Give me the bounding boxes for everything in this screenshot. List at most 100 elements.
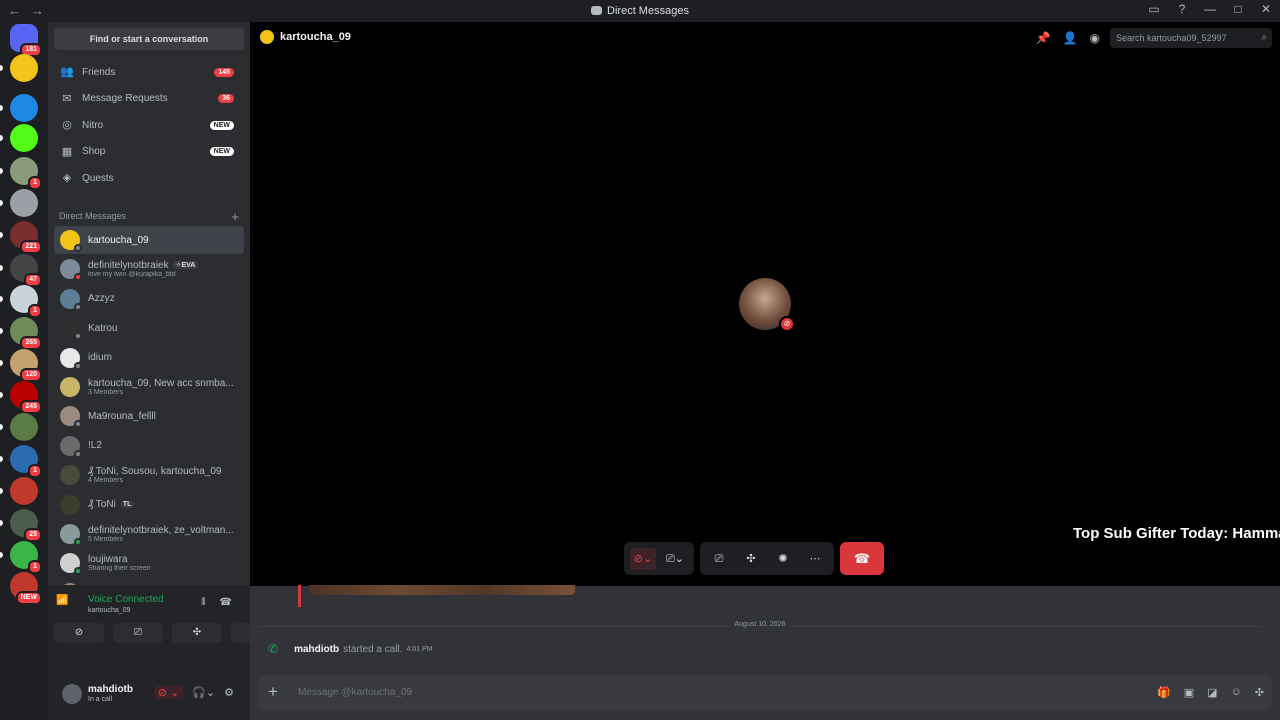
avatar [60, 465, 80, 486]
pin-icon[interactable]: 📌 [1036, 31, 1051, 45]
nav-label: Friends [82, 66, 116, 78]
call-system-message: ✆ mahdiotb started a call. 4:01 PM [268, 642, 433, 656]
username[interactable]: mahdiotb [88, 684, 133, 695]
dm-item[interactable]: kartoucha_09 [54, 226, 244, 254]
dm-item[interactable]: ₰ ToNi TL [54, 491, 244, 519]
caller-avatar[interactable]: ⊘ [739, 278, 795, 332]
server-icon[interactable]: 25 [10, 509, 42, 542]
close-icon[interactable]: ✕ [1258, 2, 1274, 16]
server-icon[interactable]: 120 [10, 349, 42, 382]
minimize-icon[interactable]: — [1202, 2, 1218, 16]
server-icon[interactable] [10, 124, 38, 152]
headphones-icon[interactable]: 🎧⌄ [192, 686, 215, 699]
dm-item[interactable]: loujiwara Sharing their screen [54, 549, 244, 577]
server-icon[interactable] [10, 477, 38, 505]
dm-item[interactable]: kartoucha_09, New acc snmba... 3 Members [54, 373, 244, 401]
camera-toggle-button[interactable]: ⎚⌄ [662, 548, 688, 570]
unread-indicator [0, 360, 3, 366]
help-icon[interactable]: ? [1174, 2, 1190, 16]
message-composer[interactable]: + Message @kartoucha_09 🎁 ▣ ◪ ☺ ✣ [258, 675, 1272, 711]
server-icon[interactable]: 221 [10, 221, 42, 254]
screen-share-icon[interactable]: ⎚ [113, 623, 163, 643]
dm-item[interactable]: ₰ ToNi, Sousou, kartoucha_09 4 Members [54, 461, 244, 489]
activities-icon[interactable]: ✣ [172, 623, 222, 643]
emoji-icon[interactable]: ☺ [1231, 686, 1242, 699]
message-input[interactable]: Message @kartoucha_09 [298, 687, 412, 698]
server-icon[interactable]: 265 [10, 317, 42, 350]
maximize-icon[interactable]: □ [1230, 2, 1246, 16]
nav-quests[interactable]: ◈ Quests [54, 166, 244, 190]
create-dm-plus-icon[interactable]: + [231, 209, 239, 224]
server-icon[interactable]: 245 [10, 381, 42, 414]
server-icon[interactable]: 1 [10, 445, 42, 478]
apps-icon[interactable]: ✣ [1255, 686, 1264, 699]
server-icon[interactable] [10, 189, 38, 217]
search-input[interactable]: Search kartoucha09_52997 ⌕ [1110, 28, 1272, 48]
nav-nitro[interactable]: ◎ Nitro NEW [54, 113, 244, 137]
dm-item[interactable]: idium [54, 344, 244, 372]
unread-indicator [0, 520, 3, 526]
dm-item[interactable]: Ma9rouna_fellll [54, 402, 244, 430]
server-icon[interactable] [10, 94, 38, 122]
upload-plus-icon[interactable]: + [268, 682, 278, 702]
gif-icon[interactable]: ▣ [1184, 686, 1194, 699]
server-icon[interactable]: 1 [10, 285, 42, 318]
dm-item[interactable]: definitelynotbraiek, ze_voltman... 5 Memb… [54, 520, 244, 548]
action-controls: ⎚ ✣ ✺ ⋯ [700, 542, 834, 575]
nav-label: Message Requests [82, 93, 168, 105]
unread-indicator [0, 168, 3, 174]
user-avatar[interactable] [62, 684, 82, 704]
disconnect-icon[interactable]: ☎ [220, 597, 232, 608]
voice-channel-name[interactable]: kartoucha_09 [88, 607, 130, 614]
noise-suppression-icon[interactable]: ⦀ [201, 597, 205, 608]
settings-gear-icon[interactable]: ⚙ [224, 686, 234, 699]
unread-indicator [0, 265, 3, 271]
home-button[interactable]: 181 [10, 24, 42, 57]
discord-logo-icon [591, 6, 603, 15]
dm-name: Azzyz [88, 293, 115, 305]
find-conversation-button[interactable]: Find or start a conversation [54, 28, 244, 50]
add-friends-icon[interactable]: 👤 [1063, 31, 1078, 45]
nav-shop[interactable]: ▦ Shop NEW [54, 140, 244, 164]
camera-off-icon[interactable]: ⊘ [54, 623, 104, 643]
dm-item[interactable]: Katrou [54, 314, 244, 342]
server-icon[interactable] [10, 54, 38, 82]
unread-indicator [0, 424, 3, 430]
inbox-icon[interactable]: ▭ [1146, 2, 1162, 16]
dm-item[interactable]: definitelynotbraiek ✧EVA love my twin @kur… [54, 255, 244, 283]
envelope-icon: ✉ [62, 92, 72, 105]
image-attachment-preview[interactable] [309, 585, 575, 595]
server-icon[interactable]: 47 [10, 254, 42, 287]
nav-friends[interactable]: 👥 Friends 145 [54, 60, 244, 84]
call-author[interactable]: mahdiotb [294, 644, 339, 655]
screen-share-button[interactable]: ⎚ [706, 548, 732, 570]
avatar [60, 377, 80, 397]
title-bar: ← → Direct Messages ▭ ? — □ ✕ [0, 0, 1280, 22]
server-icon[interactable]: 1 [10, 541, 42, 574]
leave-call-button[interactable]: ☎ [840, 542, 884, 575]
server-icon[interactable]: NEW [10, 572, 42, 605]
activities-button[interactable]: ✣ [738, 548, 764, 570]
gift-icon[interactable]: 🎁 [1157, 686, 1171, 699]
mute-mic-button[interactable]: ⊘⌄ [630, 547, 656, 570]
soundboard-button[interactable]: ✺ [770, 548, 796, 570]
server-icon[interactable] [10, 413, 38, 441]
avatar [60, 435, 82, 458]
dm-item[interactable]: Azzyz [54, 285, 244, 313]
direct-messages-header: Direct Messages + [59, 209, 239, 224]
status-offline-icon [74, 449, 82, 458]
channel-name[interactable]: kartoucha_09 [280, 31, 351, 43]
more-options-icon[interactable]: ⋯ [802, 548, 828, 570]
sticker-icon[interactable]: ◪ [1207, 686, 1217, 699]
server-icon[interactable]: 1 [10, 157, 42, 190]
status-online-icon [74, 538, 82, 546]
voice-status[interactable]: Voice Connected [88, 594, 164, 605]
search-placeholder: Search kartoucha09_52997 [1116, 33, 1227, 43]
main-content: kartoucha_09 📌 👤 ◉ Search kartoucha09_52… [250, 22, 1280, 720]
mic-muted-icon[interactable]: ⊘ ⌄ [153, 686, 184, 699]
dm-item[interactable]: !L2 [54, 432, 244, 460]
dm-name: Katrou [88, 322, 118, 334]
nav-message-requests[interactable]: ✉ Message Requests 36 [54, 87, 244, 111]
image-attachment[interactable] [298, 585, 586, 607]
user-profile-icon[interactable]: ◉ [1090, 31, 1100, 45]
